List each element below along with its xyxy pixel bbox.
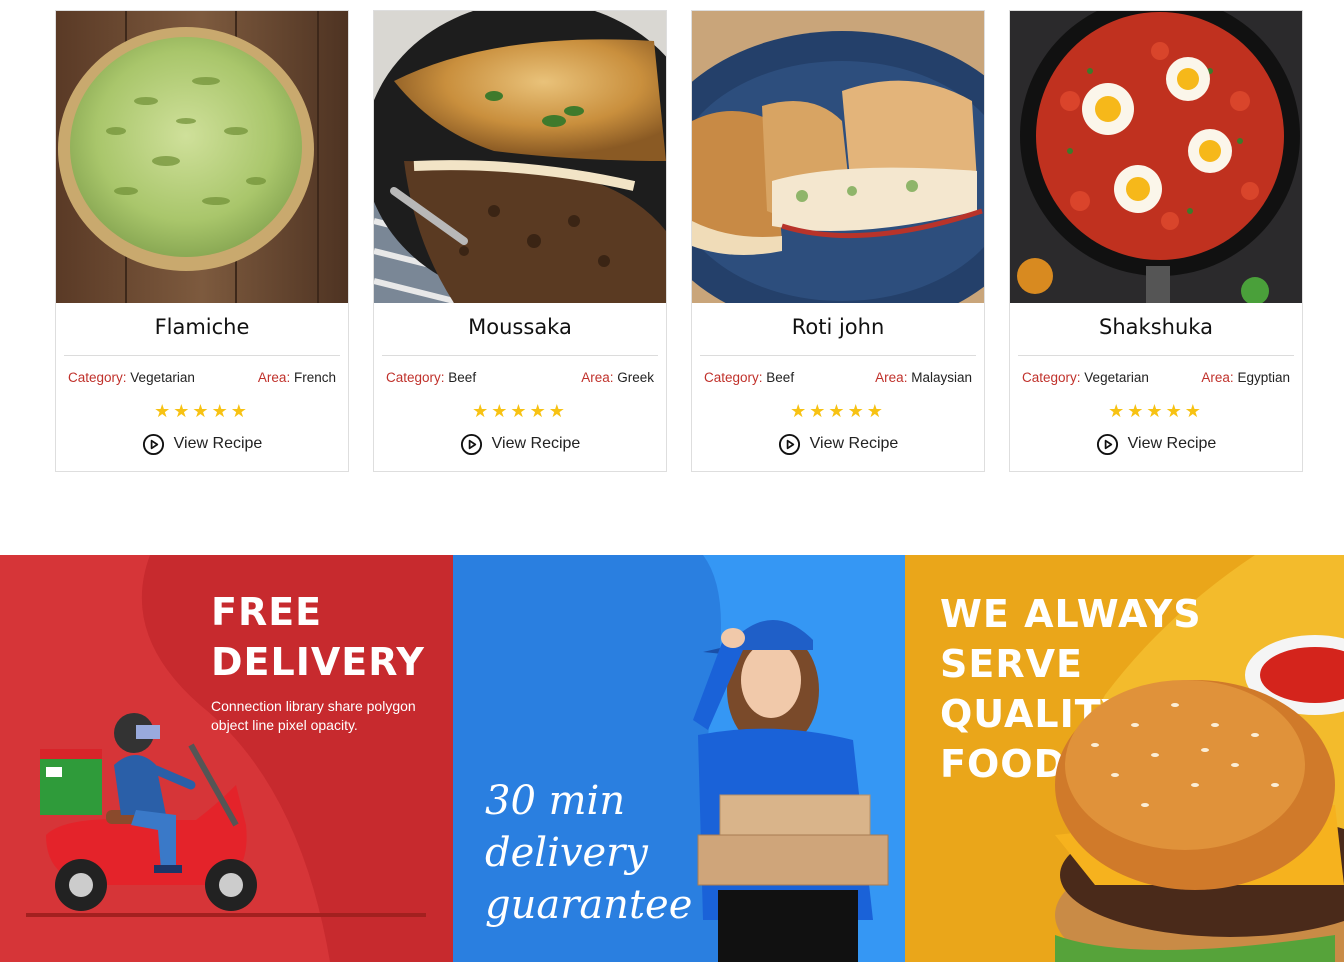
delivery-woman-photo bbox=[693, 620, 889, 962]
area-value: Malaysian bbox=[911, 370, 972, 385]
promo-banners: FREE DELIVERY Connection library share p… bbox=[0, 555, 1344, 962]
free-delivery-banner[interactable]: FREE DELIVERY Connection library share p… bbox=[0, 555, 453, 962]
category-value: Beef bbox=[448, 370, 477, 385]
flamiche-tart-photo[interactable] bbox=[56, 11, 348, 303]
category-label: Category: bbox=[1022, 370, 1081, 385]
area-value: Greek bbox=[617, 370, 654, 385]
recipe-area: Area: Egyptian bbox=[1201, 370, 1290, 385]
recipe-meta: Category: Beef Area: Malaysian bbox=[704, 370, 972, 388]
heading-line: WE ALWAYS bbox=[940, 592, 1202, 636]
recipe-card[interactable]: Shakshuka Category: Vegetarian Area: Egy… bbox=[1009, 10, 1303, 472]
card-divider bbox=[700, 355, 976, 356]
recipe-area: Area: Malaysian bbox=[875, 370, 972, 385]
recipe-category: Category: Beef bbox=[704, 370, 794, 385]
view-recipe-button[interactable]: View Recipe bbox=[1010, 431, 1302, 457]
recipe-category: Category: Beef bbox=[386, 370, 476, 385]
category-label: Category: bbox=[68, 370, 127, 385]
recipe-meta: Category: Vegetarian Area: Egyptian bbox=[1022, 370, 1290, 388]
view-recipe-label: View Recipe bbox=[809, 435, 899, 452]
view-recipe-button[interactable]: View Recipe bbox=[56, 431, 348, 457]
recipe-card[interactable]: Flamiche Category: Vegetarian Area: Fren… bbox=[55, 10, 349, 472]
play-circle-icon bbox=[1096, 433, 1118, 455]
heading-line: FREE bbox=[211, 590, 323, 634]
recipe-area: Area: Greek bbox=[581, 370, 654, 385]
delivery-guarantee-banner[interactable]: 30 min delivery guarantee bbox=[453, 555, 905, 962]
burger-photo bbox=[1055, 635, 1344, 962]
shakshuka-pan-photo[interactable] bbox=[1010, 11, 1302, 303]
view-recipe-button[interactable]: View Recipe bbox=[692, 431, 984, 457]
category-value: Beef bbox=[766, 370, 795, 385]
moussaka-skillet-photo[interactable] bbox=[374, 11, 666, 303]
category-value: Vegetarian bbox=[130, 370, 195, 385]
recipe-category: Category: Vegetarian bbox=[68, 370, 195, 385]
recipe-area: Area: French bbox=[258, 370, 336, 385]
star-rating: ★★★★★ bbox=[1108, 401, 1204, 422]
card-divider bbox=[382, 355, 658, 356]
star-rating: ★★★★★ bbox=[790, 401, 886, 422]
free-delivery-heading: FREE DELIVERY bbox=[211, 587, 451, 687]
area-label: Area: bbox=[581, 370, 614, 385]
recipe-meta: Category: Beef Area: Greek bbox=[386, 370, 654, 388]
area-value: French bbox=[293, 370, 336, 385]
star-rating: ★★★★★ bbox=[472, 401, 568, 422]
category-label: Category: bbox=[704, 370, 763, 385]
view-recipe-label: View Recipe bbox=[491, 435, 581, 452]
recipe-title: Moussaka bbox=[468, 315, 572, 339]
card-divider bbox=[1018, 355, 1294, 356]
recipe-card-grid: Flamiche Category: Vegetarian Area: Fren… bbox=[55, 10, 1303, 472]
area-label: Area: bbox=[257, 370, 291, 385]
quality-food-banner[interactable]: WE ALWAYS SERVE QUALITY FOOD bbox=[905, 555, 1344, 962]
star-rating: ★★★★★ bbox=[154, 401, 250, 422]
area-label: Area: bbox=[1201, 370, 1234, 385]
heading-line: DELIVERY bbox=[211, 640, 425, 684]
card-divider bbox=[64, 355, 340, 356]
recipe-title: Shakshuka bbox=[1099, 315, 1213, 339]
recipe-card[interactable]: Roti john Category: Beef Area: Malaysian… bbox=[691, 10, 985, 472]
recipe-title: Flamiche bbox=[154, 315, 250, 339]
area-value: Egyptian bbox=[1237, 370, 1290, 385]
roti-john-sandwich-photo[interactable] bbox=[692, 11, 984, 303]
play-circle-icon bbox=[778, 433, 800, 455]
view-recipe-button[interactable]: View Recipe bbox=[374, 431, 666, 457]
category-label: Category: bbox=[386, 370, 445, 385]
category-value: Vegetarian bbox=[1084, 370, 1149, 385]
view-recipe-label: View Recipe bbox=[1127, 435, 1217, 452]
scooter-rider-illustration bbox=[26, 713, 426, 917]
recipe-card[interactable]: Moussaka Category: Beef Area: Greek ★★★★… bbox=[373, 10, 667, 472]
recipe-title: Roti john bbox=[791, 315, 885, 339]
view-recipe-label: View Recipe bbox=[173, 435, 263, 452]
play-circle-icon bbox=[460, 433, 482, 455]
play-circle-icon bbox=[142, 433, 164, 455]
recipe-meta: Category: Vegetarian Area: French bbox=[68, 370, 336, 388]
recipe-category: Category: Vegetarian bbox=[1022, 370, 1149, 385]
area-label: Area: bbox=[875, 370, 908, 385]
